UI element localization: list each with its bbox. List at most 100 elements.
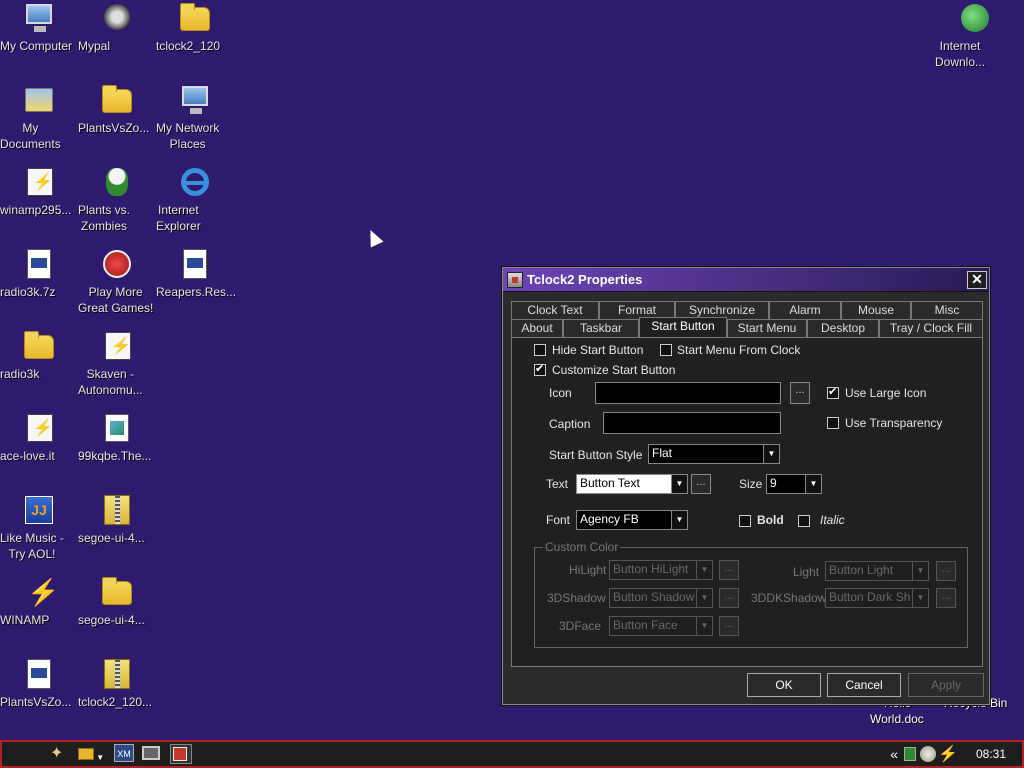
desktop-icon-label: segoe-ui-4...	[78, 531, 145, 545]
hello-world-label[interactable]: World.doc	[870, 712, 924, 726]
tab-taskbar[interactable]: Taskbar	[563, 319, 639, 337]
3ddkshadow-value: Button Dark Sh	[829, 590, 911, 604]
hilight-value: Button HiLight	[613, 562, 689, 576]
desktop-icon-segoe-ui-1[interactable]: segoe-ui-4...	[78, 494, 156, 545]
3dshadow-select[interactable]: Button Shadow ▼	[609, 588, 713, 608]
desktop-icon-tclock2-120-zip[interactable]: tclock2_120...	[78, 658, 156, 709]
tab-start-menu[interactable]: Start Menu	[727, 319, 807, 337]
bold-label: Bold	[757, 513, 784, 527]
desktop-icon-99kqbe[interactable]: 99kqbe.The...	[78, 412, 156, 463]
hide-start-button-checkbox[interactable]	[534, 344, 546, 356]
desktop-icon-ace-love[interactable]: ace-love.it	[0, 412, 78, 463]
tab-start-button[interactable]: Start Button	[639, 317, 727, 337]
light-value: Button Light	[829, 563, 894, 577]
start-icon[interactable]: ✦	[50, 744, 72, 764]
tab-alarm[interactable]: Alarm	[769, 301, 841, 319]
tab-desktop[interactable]: Desktop	[807, 319, 879, 337]
desktop-icon-winamp[interactable]: ⚡ WINAMP	[0, 576, 78, 627]
light-browse-button[interactable]: ...	[936, 561, 956, 581]
close-button[interactable]: ✕	[967, 270, 987, 289]
use-transparency-checkbox[interactable]	[827, 417, 839, 429]
hide-start-button-label: Hide Start Button	[552, 343, 644, 357]
desktop-icon-mypal[interactable]: Mypal	[78, 2, 156, 53]
desktop-icon-my-computer[interactable]: My Computer	[0, 2, 78, 53]
start-menu-from-clock-checkbox[interactable]	[660, 344, 672, 356]
desktop-icon-label: tclock2_120	[156, 39, 221, 53]
tab-clock-text[interactable]: Clock Text	[511, 301, 599, 319]
archive-icon	[23, 248, 55, 280]
folder-quicklaunch-icon[interactable]: ▼	[78, 744, 108, 764]
cancel-button[interactable]: Cancel	[827, 673, 901, 697]
tray-expand-button[interactable]: «	[890, 746, 898, 762]
text-color-browse-button[interactable]: ...	[691, 474, 711, 494]
hilight-browse-button[interactable]: ...	[719, 560, 739, 580]
zip-icon	[101, 658, 133, 690]
winamp-file-icon	[23, 412, 55, 444]
zip-icon	[101, 494, 133, 526]
battery-icon[interactable]	[904, 747, 917, 761]
caption-input[interactable]	[603, 412, 781, 434]
xm-icon[interactable]: XM	[114, 744, 136, 764]
desktop-icon-radio3k-7z[interactable]: radio3k.7z	[0, 248, 78, 299]
desktop-icon-label: PlantsVsZo...	[78, 121, 150, 135]
desktop-icon-my-documents[interactable]: My Documents	[0, 84, 78, 151]
size-select[interactable]: 9 ▼	[766, 474, 822, 494]
desktop-icon-radio3k[interactable]: radio3k	[0, 330, 78, 381]
font-select[interactable]: Agency FB ▼	[576, 510, 688, 530]
clock[interactable]: 08:31	[976, 747, 1006, 761]
desktop-icon-plants-vs-zombies[interactable]: Plants vs. Zombies	[78, 166, 156, 233]
desktop-icon-internet-explorer[interactable]: Internet Explorer	[156, 166, 234, 233]
desktop-icon-like-music[interactable]: JJ Like Music - Try AOL!	[0, 494, 78, 561]
tab-mouse[interactable]: Mouse	[841, 301, 911, 319]
icon-input[interactable]	[595, 382, 781, 404]
desktop-icon-skaven[interactable]: Skaven - Autonomu...	[78, 330, 156, 397]
desktop-icon-plantsvszo-2[interactable]: PlantsVsZo...	[0, 658, 78, 709]
text-color-select[interactable]: Button Text ▼	[576, 474, 688, 494]
desktop-icon-winamp295[interactable]: winamp295...	[0, 166, 78, 217]
3dshadow-browse-button[interactable]: ...	[719, 588, 739, 608]
desktop-icon-play-more-games[interactable]: Play More Great Games!	[78, 248, 156, 315]
computer-icon	[23, 2, 55, 34]
italic-checkbox[interactable]	[798, 515, 810, 527]
desktop-icon-reapers-res[interactable]: Reapers.Res...	[156, 248, 236, 299]
monitor-icon[interactable]	[142, 744, 164, 764]
desktop-icon-my-network-places[interactable]: My Network Places	[156, 84, 234, 151]
mouse-cursor	[364, 227, 384, 248]
ok-button[interactable]: OK	[747, 673, 821, 697]
3dshadow-value: Button Shadow	[613, 590, 695, 604]
raccoon-tray-icon[interactable]	[920, 746, 937, 762]
chevron-down-icon: ▼	[696, 589, 712, 607]
3ddkshadow-select[interactable]: Button Dark Sh ▼	[825, 588, 929, 608]
desktop-icon-tclock2-120[interactable]: tclock2_120	[156, 2, 234, 53]
icon-browse-button[interactable]: ...	[790, 382, 810, 404]
desktop-icon-label: radio3k.7z	[0, 285, 56, 299]
bold-checkbox[interactable]	[739, 515, 751, 527]
apply-button[interactable]: Apply	[908, 673, 984, 697]
folder-icon	[179, 2, 211, 34]
desktop-icon-internet-download[interactable]: Internet Downlo...	[935, 2, 1013, 69]
tab-about[interactable]: About	[511, 319, 563, 337]
hilight-select[interactable]: Button HiLight ▼	[609, 560, 713, 580]
customize-start-button-checkbox[interactable]	[534, 362, 546, 376]
tclock-taskbar-icon[interactable]	[170, 744, 192, 764]
use-large-icon-checkbox[interactable]	[827, 385, 839, 399]
winamp-icon: ⚡	[27, 577, 60, 607]
tab-misc[interactable]: Misc	[911, 301, 983, 319]
winamp-file-icon	[101, 330, 133, 362]
desktop-icon-label: Reapers.Res...	[156, 285, 237, 299]
desktop-icon-label: winamp295...	[0, 203, 72, 217]
light-select[interactable]: Button Light ▼	[825, 561, 929, 581]
start-button-style-select[interactable]: Flat ▼	[648, 444, 780, 464]
3dface-select[interactable]: Button Face ▼	[609, 616, 713, 636]
desktop-icon-segoe-ui-2[interactable]: segoe-ui-4...	[78, 576, 156, 627]
3dface-browse-button[interactable]: ...	[719, 616, 739, 636]
3ddkshadow-browse-button[interactable]: ...	[936, 588, 956, 608]
dialog-titlebar[interactable]: Tclock2 Properties ✕	[503, 268, 989, 292]
desktop-icon-plantsvszo[interactable]: PlantsVsZo...	[78, 84, 156, 135]
dialog-title: Tclock2 Properties	[527, 272, 643, 287]
tab-row-1: Clock Text Format Synchronize Alarm Mous…	[511, 301, 983, 319]
size-value: 9	[770, 476, 777, 490]
font-value: Agency FB	[580, 512, 639, 526]
tab-tray-clock-fill[interactable]: Tray / Clock Fill	[879, 319, 983, 337]
winamp-tray-icon[interactable]: ⚡	[938, 744, 958, 764]
